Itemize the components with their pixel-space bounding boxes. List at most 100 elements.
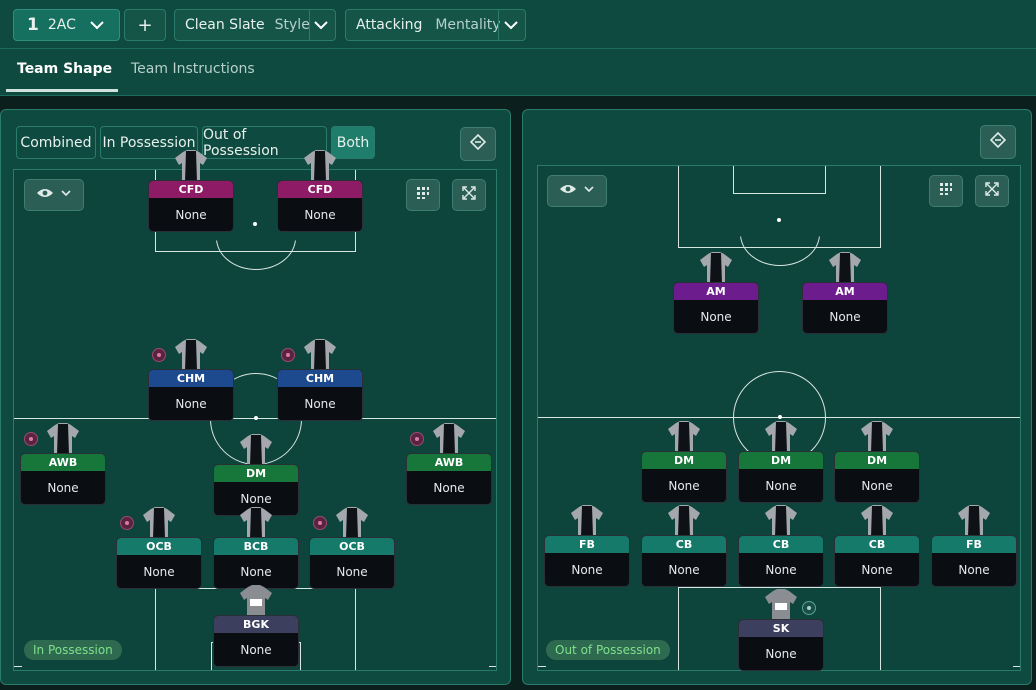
tab-team-instructions[interactable]: Team Instructions — [131, 61, 255, 77]
player-instruction-badge-icon — [120, 516, 134, 530]
player-role-card[interactable]: BGK None — [213, 615, 299, 667]
player-role-card[interactable]: AM None — [802, 282, 888, 334]
pitch-view-toggle-button[interactable] — [980, 125, 1016, 159]
player-role-label: DM — [835, 452, 919, 469]
chevron-down-icon — [583, 183, 595, 199]
player-role-label: BGK — [214, 616, 298, 633]
player-role-card[interactable]: BCB None — [213, 537, 299, 589]
player-role-card[interactable]: AWB None — [406, 453, 492, 505]
player-instruction-badge-icon — [281, 348, 295, 362]
mentality-selector[interactable]: Attacking Mentality — [345, 9, 526, 41]
goalkeeper-shirt-icon — [763, 589, 799, 621]
player-name-label: None — [304, 397, 336, 411]
player-role-card[interactable]: FB None — [931, 535, 1017, 587]
player-role-card[interactable]: CHM None — [148, 369, 234, 421]
player-role-card[interactable]: AWB None — [20, 453, 106, 505]
player-role-card[interactable]: AM None — [673, 282, 759, 334]
player-slot-cb[interactable]: CB None — [641, 505, 727, 587]
player-slot-dm[interactable]: DM None — [834, 421, 920, 503]
player-role-label: CHM — [149, 370, 233, 387]
player-role-card[interactable]: OCB None — [116, 537, 202, 589]
player-slot-bcb[interactable]: BCB None — [213, 507, 299, 589]
player-slot-ocb[interactable]: OCB None — [309, 507, 395, 589]
player-name-label: None — [765, 647, 797, 661]
pitch-corner-mark — [1013, 666, 1020, 667]
player-slot-cb[interactable]: CB None — [738, 505, 824, 587]
player-role-card[interactable]: SK None — [738, 619, 824, 671]
player-slot-ocb[interactable]: OCB None — [116, 507, 202, 589]
expand-pitch-button[interactable] — [452, 179, 486, 211]
player-role-card[interactable]: CFD None — [277, 180, 363, 232]
tab-team-shape[interactable]: Team Shape — [17, 61, 112, 77]
player-role-card[interactable]: CB None — [641, 535, 727, 587]
player-instruction-badge-icon — [410, 432, 424, 446]
player-name-label: None — [571, 563, 603, 577]
player-slot-fb[interactable]: FB None — [544, 505, 630, 587]
player-role-label: CFD — [278, 181, 362, 198]
player-slot-sk[interactable]: SK None — [738, 589, 824, 671]
add-tactic-button[interactable]: + — [124, 9, 166, 41]
player-role-label: AM — [674, 283, 758, 300]
pitch-view-toggle-button[interactable] — [460, 127, 496, 161]
player-slot-awb[interactable]: AWB None — [406, 423, 492, 505]
pitch-top-penalty-spot — [777, 218, 781, 222]
player-slot-dm[interactable]: DM None — [738, 421, 824, 503]
visibility-toggle[interactable] — [24, 179, 84, 211]
chevron-down-icon — [60, 187, 72, 203]
player-role-card[interactable]: FB None — [544, 535, 630, 587]
player-role-card[interactable]: DM None — [641, 451, 727, 503]
player-role-card[interactable]: DM None — [738, 451, 824, 503]
player-slot-fb[interactable]: FB None — [931, 505, 1017, 587]
player-slot-dm[interactable]: DM None — [641, 421, 727, 503]
visibility-toggle[interactable] — [547, 175, 607, 207]
player-name-label: None — [433, 481, 465, 495]
style-selector[interactable]: Clean Slate Style — [174, 9, 336, 41]
pitch-rotate-icon — [469, 133, 487, 154]
player-role-label: DM — [642, 452, 726, 469]
grid-icon — [939, 182, 953, 200]
player-slot-awb[interactable]: AWB None — [20, 423, 106, 505]
pitch-centre-spot — [778, 415, 782, 419]
player-role-card[interactable]: CB None — [738, 535, 824, 587]
filter-combined[interactable]: Combined — [16, 126, 96, 159]
eye-icon — [36, 187, 54, 203]
player-name-label: None — [240, 565, 272, 579]
plus-icon: + — [137, 14, 153, 36]
player-slot-dm[interactable]: DM None — [213, 434, 299, 516]
expand-icon — [462, 186, 476, 204]
player-slot-cfd[interactable]: CFD None — [277, 150, 363, 232]
player-name-label: None — [668, 479, 700, 493]
player-slot-chm[interactable]: CHM None — [148, 339, 234, 421]
player-role-card[interactable]: CB None — [834, 535, 920, 587]
player-shirt-icon — [698, 252, 734, 284]
player-instruction-badge-icon — [313, 516, 327, 530]
player-slot-cb[interactable]: CB None — [834, 505, 920, 587]
expand-pitch-button[interactable] — [975, 175, 1009, 207]
player-name-label: None — [175, 208, 207, 222]
player-role-card[interactable]: OCB None — [309, 537, 395, 589]
player-shirt-icon — [763, 421, 799, 453]
player-slot-chm[interactable]: CHM None — [277, 339, 363, 421]
player-name-label: None — [175, 397, 207, 411]
mentality-dropdown-divider — [498, 10, 499, 40]
player-role-card[interactable]: CHM None — [277, 369, 363, 421]
player-slot-cfd[interactable]: CFD None — [148, 150, 234, 232]
player-name-label: None — [240, 643, 272, 657]
player-role-card[interactable]: CFD None — [148, 180, 234, 232]
player-name-label: None — [765, 563, 797, 577]
player-slot-am[interactable]: AM None — [802, 252, 888, 334]
formation-name: 2AC — [47, 17, 76, 33]
formation-selector[interactable]: 1 2AC — [13, 9, 120, 41]
player-name-label: None — [765, 479, 797, 493]
active-tab-indicator — [6, 89, 118, 92]
player-slot-bgk[interactable]: BGK None — [213, 585, 299, 667]
grid-view-button[interactable] — [406, 179, 440, 211]
player-shirt-icon — [302, 150, 338, 182]
player-role-card[interactable]: DM None — [834, 451, 920, 503]
player-slot-am[interactable]: AM None — [673, 252, 759, 334]
player-shirt-icon — [173, 150, 209, 182]
player-name-label: None — [304, 208, 336, 222]
player-shirt-icon — [334, 507, 370, 539]
grid-view-button[interactable] — [929, 175, 963, 207]
style-dropdown-divider — [309, 10, 310, 40]
